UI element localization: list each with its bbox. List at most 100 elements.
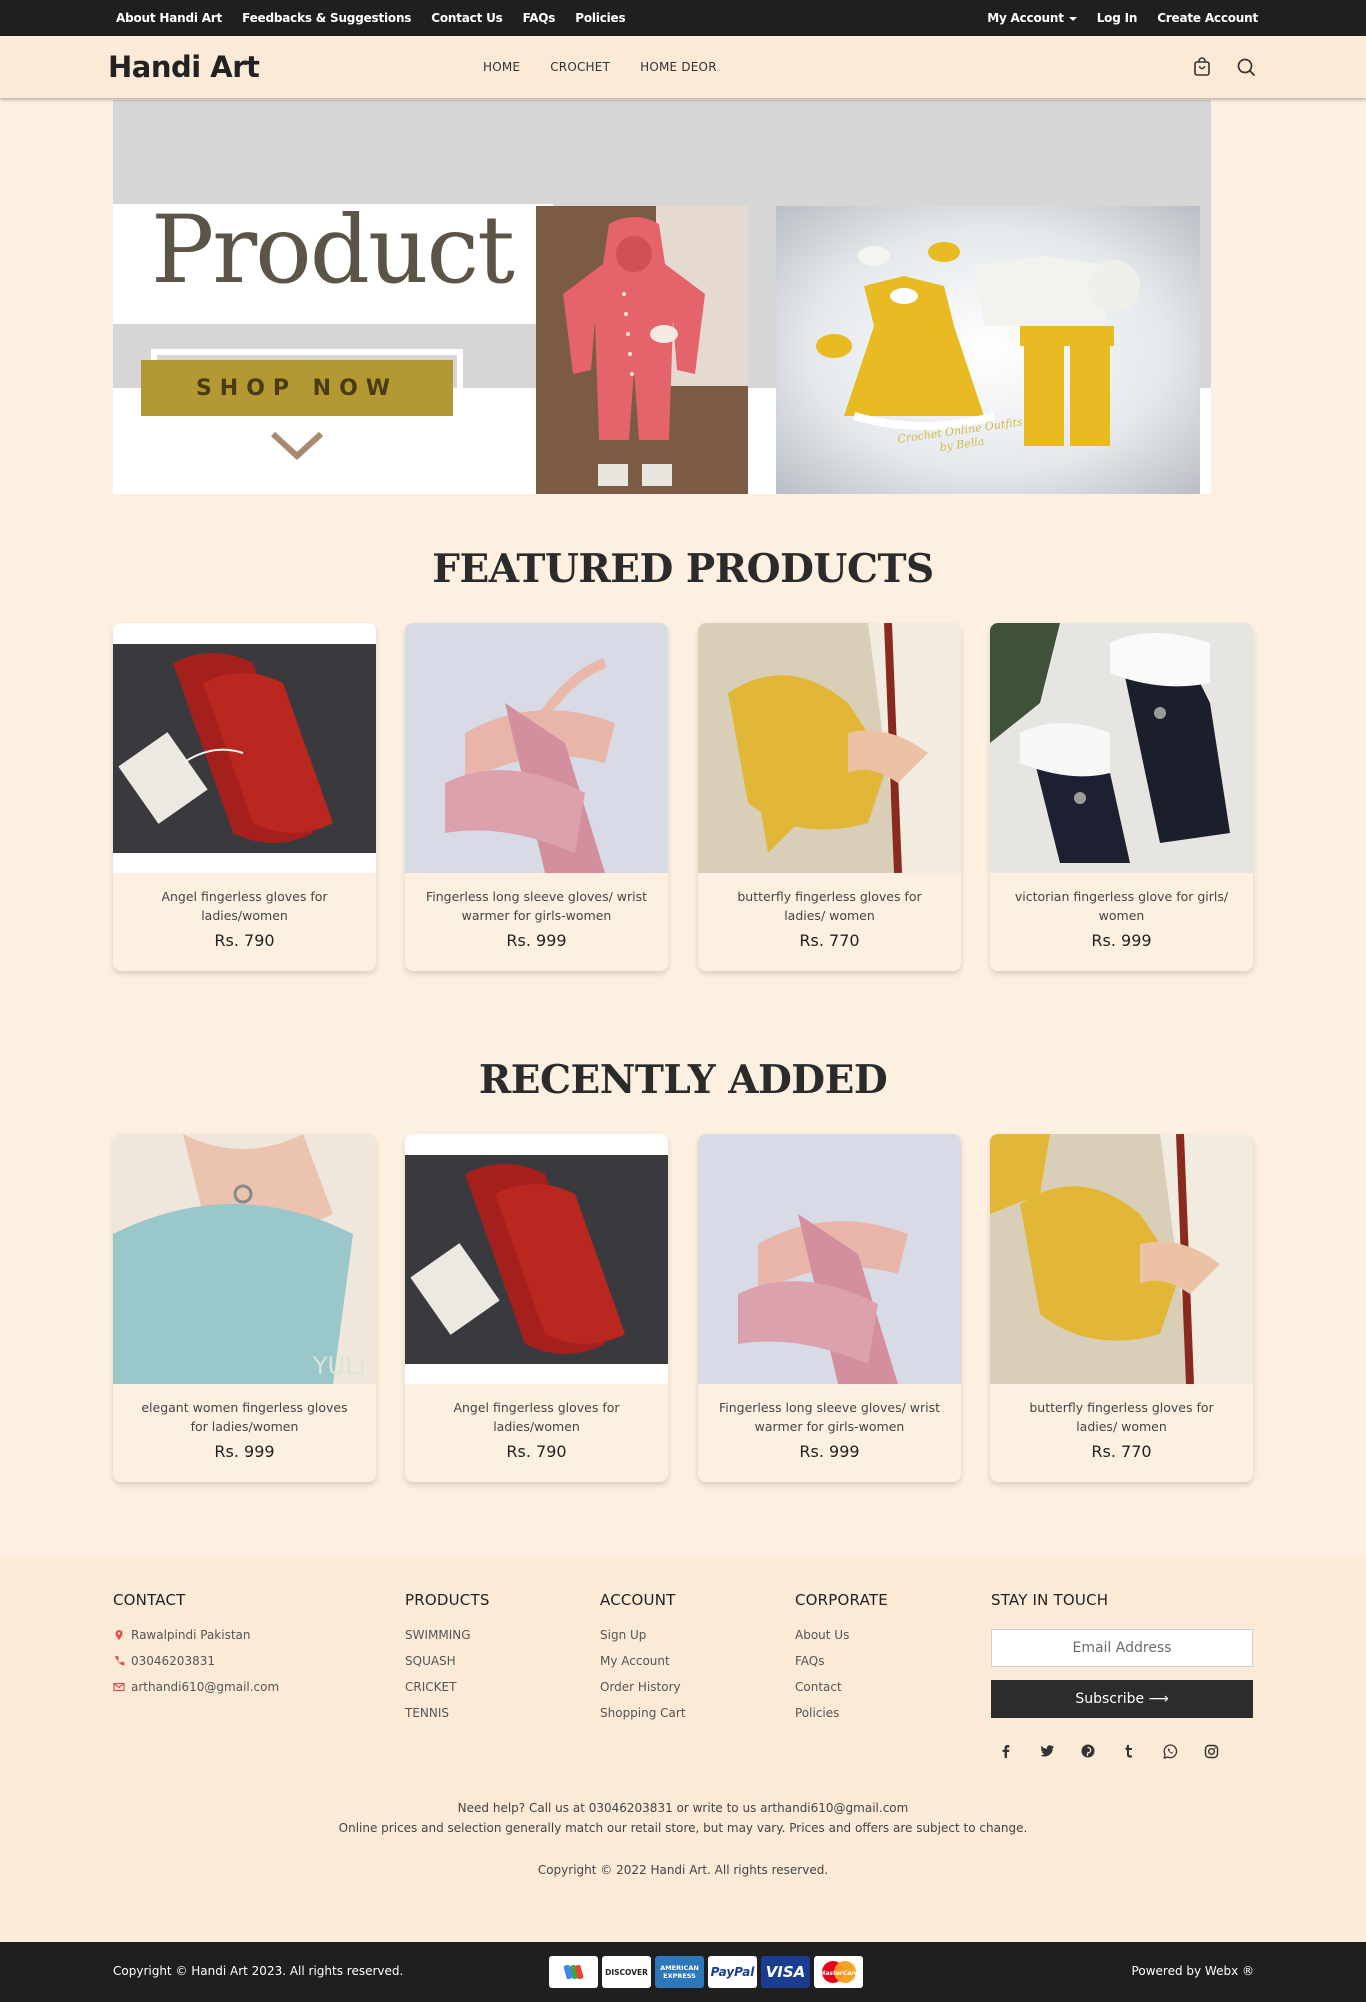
tumblr-icon[interactable] xyxy=(1119,1741,1139,1761)
login-link[interactable]: Log In xyxy=(1097,11,1138,25)
my-account-dropdown[interactable]: My Account xyxy=(987,11,1077,25)
help-text: Need help? Call us at 03046203831 or wri… xyxy=(457,1801,909,1815)
product-name[interactable]: Angel fingerless gloves for ladies/women xyxy=(133,887,356,925)
chevron-down-icon xyxy=(271,431,323,460)
whatsapp-icon[interactable] xyxy=(1160,1741,1180,1761)
create-account-link[interactable]: Create Account xyxy=(1157,11,1258,25)
product-card[interactable]: butterfly fingerless gloves for ladies/ … xyxy=(990,1134,1253,1482)
footer-link[interactable]: Sign Up xyxy=(600,1627,686,1643)
phone-icon xyxy=(115,1656,125,1666)
baby-suit-image xyxy=(536,206,748,494)
product-image[interactable] xyxy=(698,623,961,873)
caret-down-icon xyxy=(1068,16,1077,21)
product-image[interactable] xyxy=(113,623,376,873)
account-links: My Account Log In Create Account xyxy=(967,0,1258,36)
nav-home-deor[interactable]: HOME DEOR xyxy=(640,60,717,74)
footer-copyright: Copyright © 2022 Handi Art. All rights r… xyxy=(537,1863,829,1877)
footer-products: PRODUCTS SWIMMING SQUASH CRICKET TENNIS xyxy=(405,1591,490,1731)
bottom-copyright: Copyright © Handi Art 2023. All rights r… xyxy=(113,1964,404,1978)
footer-link[interactable]: My Account xyxy=(600,1653,686,1669)
main-nav: HOME CROCHET HOME DEOR xyxy=(483,60,717,74)
product-image[interactable] xyxy=(990,623,1253,873)
twitter-icon[interactable] xyxy=(1037,1741,1057,1761)
google-pay-icon xyxy=(549,1956,598,1988)
footer-contact: CONTACT Rawalpindi Pakistan 03046203831 … xyxy=(113,1591,279,1705)
product-price: Rs. 790 xyxy=(214,931,275,950)
payment-label: VISA xyxy=(765,1963,806,1981)
payment-label: AMERICAN EXPRESS xyxy=(660,1964,699,1980)
footer-link[interactable]: Order History xyxy=(600,1679,686,1695)
footer-link[interactable]: FAQs xyxy=(795,1653,888,1669)
product-price: Rs. 770 xyxy=(1091,1442,1152,1461)
nav-home[interactable]: HOME xyxy=(483,60,520,74)
discover-card-icon: DISCOVER xyxy=(602,1956,651,1988)
product-image[interactable] xyxy=(990,1134,1253,1384)
product-name[interactable]: butterfly fingerless gloves for ladies/ … xyxy=(1010,1398,1233,1436)
footer-contact-title: CONTACT xyxy=(113,1591,186,1609)
product-card[interactable]: Fingerless long sleeve gloves/ wrist war… xyxy=(405,623,668,971)
mastercard-icon: MasterCard xyxy=(814,1956,863,1988)
product-image[interactable] xyxy=(405,623,668,873)
hero-banner[interactable]: Product SHOP NOW Crochet Online Outfits … xyxy=(113,100,1211,494)
product-image[interactable] xyxy=(405,1134,668,1384)
facebook-icon[interactable] xyxy=(996,1741,1016,1761)
visa-card-icon: VISA xyxy=(761,1956,810,1988)
payment-label: DISCOVER xyxy=(605,1967,648,1977)
payment-methods: DISCOVER AMERICAN EXPRESS PayPal VISA Ma… xyxy=(549,1956,863,1988)
product-price: Rs. 999 xyxy=(1091,931,1152,950)
site-logo[interactable]: Handi Art xyxy=(108,50,260,84)
footer-corporate: CORPORATE About Us FAQs Contact Policies xyxy=(795,1591,888,1731)
footer-stay-in-touch: STAY IN TOUCH xyxy=(991,1591,1108,1627)
footer-link[interactable]: SQUASH xyxy=(405,1653,490,1669)
footer-link[interactable]: Shopping Cart xyxy=(600,1705,686,1721)
footer-link[interactable]: CRICKET xyxy=(405,1679,490,1695)
product-card[interactable]: Angel fingerless gloves for ladies/women… xyxy=(405,1134,668,1482)
product-card[interactable]: YULi elegant women fingerless gloves for… xyxy=(113,1134,376,1482)
product-card[interactable]: victorian fingerless glove for girls/ wo… xyxy=(990,623,1253,971)
product-image[interactable] xyxy=(698,1134,961,1384)
featured-title: FEATURED PRODUCTS xyxy=(432,546,934,592)
footer-link[interactable]: Policies xyxy=(795,1705,888,1721)
product-card[interactable]: Angel fingerless gloves for ladies/women… xyxy=(113,623,376,971)
email-input[interactable] xyxy=(991,1629,1253,1667)
product-name[interactable]: victorian fingerless glove for girls/ wo… xyxy=(1010,887,1233,925)
product-name[interactable]: Fingerless long sleeve gloves/ wrist war… xyxy=(425,887,648,925)
footer-products-title: PRODUCTS xyxy=(405,1591,490,1609)
top-links: About Handi Art Feedbacks & Suggestions … xyxy=(116,0,645,36)
powered-by[interactable]: Powered by Webx ® xyxy=(1132,1964,1254,1978)
nav-crochet[interactable]: CROCHET xyxy=(550,60,610,74)
contact-address: Rawalpindi Pakistan xyxy=(131,1628,251,1642)
payment-label: MasterCard xyxy=(819,1970,859,1977)
contact-link[interactable]: Contact Us xyxy=(431,11,503,25)
shop-now-button[interactable]: SHOP NOW xyxy=(141,360,453,416)
policies-link[interactable]: Policies xyxy=(575,11,625,25)
footer-link[interactable]: SWIMMING xyxy=(405,1627,490,1643)
product-name[interactable]: Angel fingerless gloves for ladies/women xyxy=(425,1398,648,1436)
footer-link[interactable]: TENNIS xyxy=(405,1705,490,1721)
faqs-link[interactable]: FAQs xyxy=(523,11,556,25)
product-image[interactable]: YULi xyxy=(113,1134,376,1384)
product-name[interactable]: butterfly fingerless gloves for ladies/ … xyxy=(718,887,941,925)
contact-phone[interactable]: 03046203831 xyxy=(131,1654,215,1668)
recently-added-title: RECENTLY ADDED xyxy=(478,1057,888,1103)
shopping-bag-icon[interactable] xyxy=(1191,56,1213,78)
contact-email[interactable]: arthandi610@gmail.com xyxy=(131,1680,279,1694)
subscribe-button[interactable]: Subscribe ⟶ xyxy=(991,1680,1253,1718)
instagram-icon[interactable] xyxy=(1201,1741,1221,1761)
footer-link[interactable]: About Us xyxy=(795,1627,888,1643)
search-icon[interactable] xyxy=(1235,56,1257,78)
footer-corporate-title: CORPORATE xyxy=(795,1591,888,1609)
product-name[interactable]: Fingerless long sleeve gloves/ wrist war… xyxy=(718,1398,941,1436)
top-bar: About Handi Art Feedbacks & Suggestions … xyxy=(0,0,1366,36)
pinterest-icon[interactable] xyxy=(1078,1741,1098,1761)
paypal-icon: PayPal xyxy=(708,1956,757,1988)
product-card[interactable]: butterfly fingerless gloves for ladies/ … xyxy=(698,623,961,971)
social-links xyxy=(996,1741,1221,1761)
footer-link[interactable]: Contact xyxy=(795,1679,888,1695)
feedback-link[interactable]: Feedbacks & Suggestions xyxy=(242,11,411,25)
product-name[interactable]: elegant women fingerless gloves for ladi… xyxy=(133,1398,356,1436)
product-price: Rs. 790 xyxy=(506,1442,567,1461)
about-link[interactable]: About Handi Art xyxy=(116,11,222,25)
product-card[interactable]: Fingerless long sleeve gloves/ wrist war… xyxy=(698,1134,961,1482)
map-pin-icon xyxy=(115,1630,123,1640)
